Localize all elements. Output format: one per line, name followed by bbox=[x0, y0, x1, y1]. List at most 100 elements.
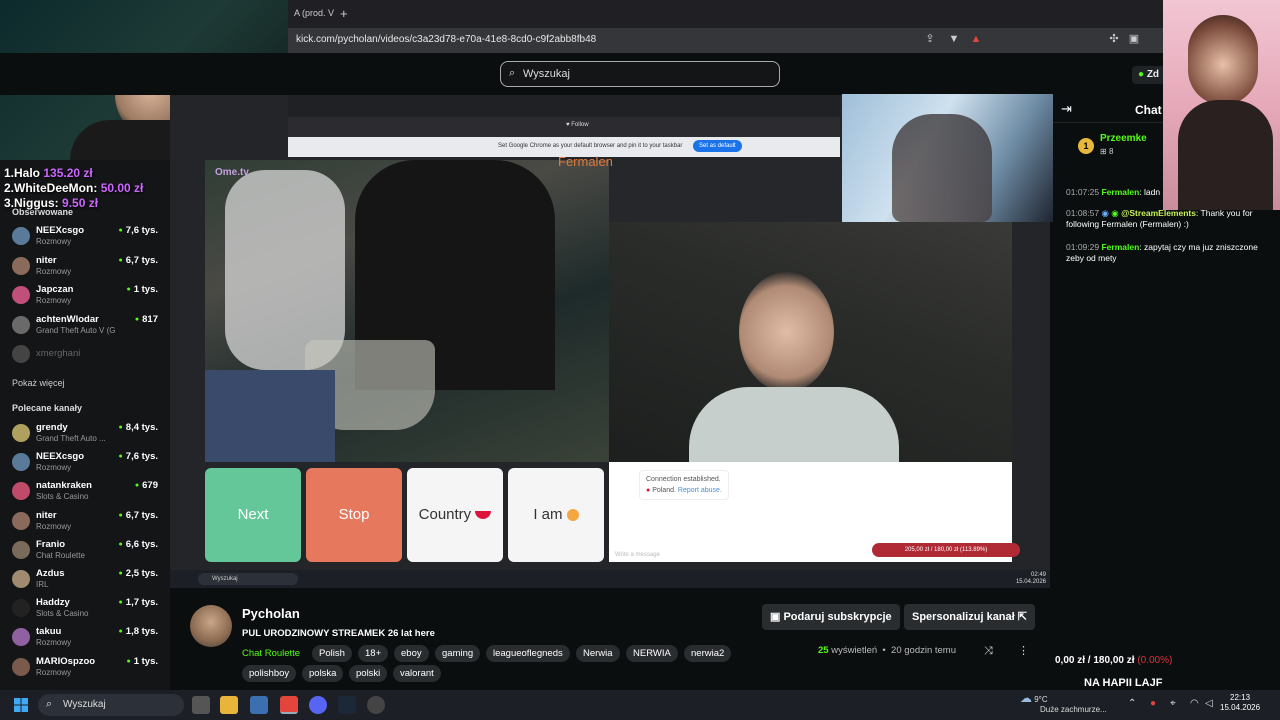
overlay-webcam-right bbox=[1163, 0, 1280, 210]
video-background bbox=[609, 160, 841, 222]
more-options-icon[interactable]: ⋮ bbox=[1018, 644, 1029, 657]
microphone-icon[interactable]: ⌖ bbox=[1170, 698, 1176, 709]
brave-shield-icon[interactable]: ▼ bbox=[948, 33, 960, 45]
file-explorer-icon[interactable] bbox=[220, 696, 238, 714]
tag-nerwia2[interactable]: nerwia2 bbox=[684, 645, 732, 662]
overlay-username: Fermalen bbox=[558, 154, 613, 169]
inner-follow-button: ♥ Follow bbox=[566, 122, 589, 128]
channel-category: Rozmowy bbox=[36, 667, 72, 677]
taskbar-search[interactable]: ⌕ Wyszukaj bbox=[38, 694, 184, 716]
browser-tab[interactable]: A (prod. V bbox=[288, 4, 340, 22]
weather-widget[interactable]: ☁ 9°C Duże zachmurze... bbox=[1020, 692, 1107, 715]
show-more-link[interactable]: Pokaż więcej bbox=[12, 378, 65, 388]
pinned-count: ⊞ 8 bbox=[1100, 147, 1114, 156]
tag-valorant[interactable]: valorant bbox=[393, 665, 441, 682]
tray-app-icon[interactable]: ● bbox=[1150, 698, 1156, 709]
viewer-count: 817 bbox=[135, 314, 158, 325]
viewer-count: 6,6 tys. bbox=[119, 539, 158, 550]
sidebar-channel-japczan[interactable]: JapczanRozmowy 1 tys. bbox=[12, 284, 162, 312]
volume-icon[interactable]: ◁ bbox=[1205, 698, 1213, 709]
sidebar-channel-franio[interactable]: FranioChat Roulette 6,6 tys. bbox=[12, 539, 162, 567]
overlay-image bbox=[842, 94, 1053, 222]
channel-name: niter bbox=[36, 509, 57, 521]
avatar bbox=[12, 540, 30, 559]
top-right-badge[interactable]: ● Zd bbox=[1132, 66, 1166, 84]
share-icon[interactable]: ⤨ bbox=[984, 645, 993, 658]
tag-gaming[interactable]: gaming bbox=[435, 645, 481, 662]
viewer-count: 1 tys. bbox=[126, 284, 158, 295]
tag-18[interactable]: 18+ bbox=[358, 645, 389, 662]
app-icon[interactable] bbox=[250, 696, 268, 714]
country-button: Country bbox=[407, 468, 503, 562]
inner-clock: 02:49 15.04.2026 bbox=[1015, 572, 1046, 585]
sidebar-channel-neexcsgo[interactable]: NEEXcsgoRozmowy 7,6 tys. bbox=[12, 451, 162, 479]
channel-name: Japczan bbox=[36, 284, 74, 295]
tag-polska[interactable]: polska bbox=[302, 665, 344, 682]
sidebar-channel-grendy[interactable]: grendyGrand Theft Auto ... 8,4 tys. bbox=[12, 422, 162, 450]
collapse-chat-icon[interactable]: ⇥ bbox=[1061, 101, 1072, 117]
discord-icon[interactable] bbox=[309, 696, 327, 714]
avatar bbox=[12, 256, 30, 275]
viewer-count: 8,4 tys. bbox=[119, 422, 158, 433]
tag-polish[interactable]: Polish bbox=[312, 645, 352, 662]
avatar bbox=[12, 315, 30, 334]
sidebar-channel-niter[interactable]: niterRozmowy 6,7 tys. bbox=[12, 510, 162, 538]
chat-goal-name: NA HAPII LAJF bbox=[1084, 677, 1163, 689]
avatar bbox=[12, 482, 30, 501]
ometv-self-video bbox=[609, 222, 1012, 462]
tag-leagueoflegneds[interactable]: leagueoflegneds bbox=[486, 645, 570, 662]
channel-name[interactable]: Pycholan bbox=[242, 606, 300, 621]
pinned-rank-badge: 1 bbox=[1078, 138, 1094, 154]
new-tab-button[interactable]: + bbox=[340, 6, 348, 21]
viewer-count: 679 bbox=[135, 480, 158, 491]
steam-icon[interactable] bbox=[338, 696, 356, 714]
gift-icon: ▣ bbox=[770, 611, 781, 623]
connection-message: Connection established. ● Poland. Report… bbox=[639, 470, 729, 500]
sidebar-channel-niter[interactable]: niterRozmowy 6,7 tys. bbox=[12, 255, 162, 283]
sidebar-icon[interactable]: ▣ bbox=[1128, 33, 1140, 45]
category-link[interactable]: Chat Roulette bbox=[242, 645, 300, 662]
customize-channel-button[interactable]: Spersonalizuj kanał ⇱ bbox=[904, 604, 1035, 630]
external-link-icon: ⇱ bbox=[1017, 611, 1027, 623]
brave-icon[interactable] bbox=[280, 696, 298, 714]
sidebar-channel-natankraken[interactable]: natankrakenSlots & Casino 679 bbox=[12, 480, 162, 508]
extensions-icon[interactable]: ✣ bbox=[1108, 33, 1120, 45]
chat-title: Chat bbox=[1135, 103, 1162, 117]
channel-name: achtenWlodar bbox=[36, 313, 99, 325]
tag-eboy[interactable]: eboy bbox=[394, 645, 429, 662]
browser-tab-bar: A (prod. V + bbox=[288, 0, 1163, 28]
brave-rewards-icon[interactable]: ▲ bbox=[970, 33, 982, 45]
tag-polski[interactable]: polski bbox=[349, 665, 388, 682]
sidebar-channel-haddzy[interactable]: HaddzySlots & Casino 1,7 tys. bbox=[12, 597, 162, 625]
obs-icon[interactable] bbox=[367, 696, 385, 714]
view-stats: 25 wyświetleń • 20 godzin temu bbox=[818, 645, 957, 656]
address-bar[interactable]: kick.com/pycholan/videos/c3a23d78-e70a-4… bbox=[288, 28, 1163, 53]
viewer-count: 1 tys. bbox=[126, 656, 158, 667]
search-input[interactable]: ⌕ Wyszukaj bbox=[500, 61, 780, 87]
sidebar-channel-takuu[interactable]: takuuRozmowy 1,8 tys. bbox=[12, 626, 162, 654]
search-icon: ⌕ bbox=[46, 698, 53, 710]
tag-nerwia[interactable]: NERWIA bbox=[626, 645, 678, 662]
bot-badge-icon: ◉ bbox=[1101, 208, 1109, 218]
share-icon[interactable]: ⇪ bbox=[924, 33, 936, 45]
sidebar-channel-mariospzoo[interactable]: MARIOspzooRozmowy 1 tys. bbox=[12, 656, 162, 684]
tag-nerwia[interactable]: Nerwia bbox=[576, 645, 620, 662]
pinned-user[interactable]: Przeemke bbox=[1100, 133, 1147, 144]
chat-message: 01:09:29 Fermalen: zapytaj czy ma juz zn… bbox=[1066, 242, 1258, 263]
windows-start-icon[interactable] bbox=[14, 698, 28, 712]
channel-avatar[interactable] bbox=[190, 605, 232, 647]
taskbar-clock[interactable]: 22:13 15.04.2026 bbox=[1220, 693, 1260, 713]
channel-category: IRL bbox=[36, 580, 49, 589]
sidebar-channel-achtenwlodar[interactable]: achtenWlodarGrand Theft Auto V (G... 817 bbox=[12, 314, 162, 342]
tray-chevron-icon[interactable]: ⌃ bbox=[1128, 698, 1136, 709]
sidebar-channel-azdus[interactable]: AzdusIRL 2,5 tys. bbox=[12, 568, 162, 596]
sidebar-channel-xmerghani[interactable]: xmerghani bbox=[12, 343, 162, 371]
url-text[interactable]: kick.com/pycholan/videos/c3a23d78-e70a-4… bbox=[296, 34, 596, 45]
task-view-icon[interactable] bbox=[192, 696, 210, 714]
gift-sub-button[interactable]: ▣ Podaruj subskrypcje bbox=[762, 604, 900, 630]
avatar bbox=[12, 599, 30, 618]
tag-polishboy[interactable]: polishboy bbox=[242, 665, 297, 682]
chat-goal-progress: 0,00 zł / 180,00 zł (0.00%) bbox=[1055, 655, 1173, 666]
sidebar-channel-neexcsgo[interactable]: NEEXcsgoRozmowy 7,6 tys. bbox=[12, 225, 162, 253]
wifi-icon[interactable]: ◠ bbox=[1190, 698, 1199, 709]
